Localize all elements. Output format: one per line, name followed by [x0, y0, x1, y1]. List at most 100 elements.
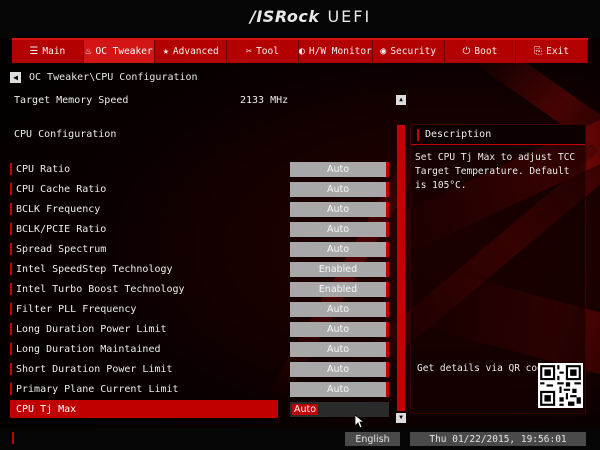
row-marker: [10, 183, 12, 195]
mouse-pointer-icon: [355, 415, 365, 429]
status-bar: English Thu 01/22/2015, 19:56:01: [0, 428, 600, 450]
tab-exit[interactable]: ⎘ Exit: [516, 40, 588, 63]
tab-security[interactable]: ◉ Security: [373, 40, 445, 63]
setting-label: Long Duration Maintained: [16, 343, 161, 355]
tab-label: Tool: [256, 46, 279, 57]
setting-label: Intel Turbo Boost Technology: [16, 283, 185, 295]
setting-value: Auto: [326, 203, 350, 215]
tab-tool[interactable]: ✂ Tool: [227, 40, 299, 63]
tab-advanced[interactable]: ★ Advanced: [155, 40, 228, 63]
row-marker: [10, 203, 12, 215]
qr-code-icon: [538, 363, 583, 408]
tab-label: Advanced: [172, 46, 219, 57]
section-title: CPU Configuration: [14, 129, 117, 140]
setting-row[interactable]: Intel SpeedStep Technology Enabled: [10, 260, 393, 278]
row-marker: [10, 343, 12, 355]
scroll-track[interactable]: [397, 125, 405, 411]
row-marker: [10, 163, 12, 175]
breadcrumb: ◀ OC Tweaker\CPU Configuration: [10, 70, 198, 84]
setting-label: BCLK Frequency: [16, 203, 101, 215]
setting-value: Enabled: [318, 263, 358, 275]
settings-panel: Target Memory Speed 2133 MHz CPU Configu…: [0, 90, 395, 420]
list-icon: ☰: [29, 46, 39, 57]
setting-row[interactable]: CPU Cache Ratio Auto: [10, 180, 393, 198]
setting-value-dropdown[interactable]: Auto: [290, 221, 389, 237]
setting-value: Auto: [326, 343, 350, 355]
datetime-display: Thu 01/22/2015, 19:56:01: [410, 432, 586, 446]
setting-row[interactable]: CPU Tj Max Auto: [10, 400, 393, 418]
tab-label: OC Tweaker: [95, 46, 153, 57]
setting-label: CPU Tj Max: [16, 403, 77, 415]
tab-label: Main: [42, 46, 66, 57]
back-arrow-icon[interactable]: ◀: [10, 71, 21, 83]
row-marker: [10, 403, 12, 415]
tab-boot[interactable]: ⏻ Boot: [445, 40, 517, 63]
setting-value-dropdown[interactable]: Auto: [290, 161, 389, 177]
setting-value-dropdown[interactable]: Auto: [290, 381, 389, 397]
setting-label: Short Duration Power Limit: [16, 363, 173, 375]
brand-name: /ISRock: [250, 7, 320, 26]
setting-value-dropdown[interactable]: Auto: [290, 201, 389, 217]
description-panel: Description Set CPU Tj Max to adjust TCC…: [410, 124, 586, 414]
setting-label: BCLK/PCIE Ratio: [16, 223, 107, 235]
target-memory-value: 2133 MHz: [240, 95, 289, 106]
setting-row[interactable]: BCLK/PCIE Ratio Auto: [10, 220, 393, 238]
setting-row[interactable]: Short Duration Power Limit Auto: [10, 360, 393, 378]
setting-label: Intel SpeedStep Technology: [16, 263, 173, 275]
setting-row[interactable]: Long Duration Power Limit Auto: [10, 320, 393, 338]
row-marker: [10, 303, 12, 315]
description-header: Description: [411, 125, 585, 145]
setting-value-dropdown[interactable]: Auto: [290, 181, 389, 197]
breadcrumb-text: OC Tweaker\CPU Configuration: [29, 71, 198, 83]
row-marker: [10, 383, 12, 395]
setting-row[interactable]: Primary Plane Current Limit Auto: [10, 380, 393, 398]
language-button[interactable]: English: [345, 432, 400, 446]
setting-value-dropdown[interactable]: Enabled: [290, 261, 389, 277]
setting-row[interactable]: Spread Spectrum Auto: [10, 240, 393, 258]
setting-value-dropdown[interactable]: Enabled: [290, 281, 389, 297]
row-marker: [10, 223, 12, 235]
scroll-up-icon[interactable]: ▲: [396, 95, 406, 105]
setting-value: Auto: [326, 363, 350, 375]
main-nav: ☰ Main ♨ OC Tweaker ★ Advanced ✂ Tool ◐ H/W Monit…: [12, 38, 588, 63]
tab-h-w-monitor[interactable]: ◐ H/W Monitor: [299, 40, 373, 63]
setting-label: CPU Ratio: [16, 163, 71, 175]
setting-value: Auto: [326, 303, 350, 315]
tab-oc-tweaker[interactable]: ♨ OC Tweaker: [83, 40, 156, 63]
setting-value-dropdown[interactable]: Auto: [290, 321, 389, 337]
setting-value: Enabled: [318, 283, 358, 295]
setting-row[interactable]: Filter PLL Frequency Auto: [10, 300, 393, 318]
target-memory-label: Target Memory Speed: [14, 95, 129, 106]
star-icon: ★: [162, 46, 169, 57]
setting-row[interactable]: CPU Ratio Auto: [10, 160, 393, 178]
setting-row[interactable]: BCLK Frequency Auto: [10, 200, 393, 218]
setting-label: Spread Spectrum: [16, 243, 107, 255]
brand-product: UEFI: [327, 7, 372, 26]
setting-value-dropdown[interactable]: Auto: [290, 361, 389, 377]
row-marker: [10, 283, 12, 295]
setting-value: Auto: [326, 383, 350, 395]
tool-icon: ✂: [246, 46, 253, 57]
setting-label: Long Duration Power Limit: [16, 323, 167, 335]
setting-value: Auto: [326, 323, 350, 335]
setting-row[interactable]: Long Duration Maintained Auto: [10, 340, 393, 358]
setting-value-dropdown[interactable]: Auto: [290, 341, 389, 357]
scroll-down-icon[interactable]: ▼: [396, 413, 406, 423]
setting-value-dropdown[interactable]: Auto: [290, 301, 389, 317]
tab-label: Boot: [474, 46, 498, 57]
setting-value-dropdown[interactable]: Auto: [290, 401, 389, 417]
tab-label: Exit: [546, 46, 570, 57]
setting-label: CPU Cache Ratio: [16, 183, 107, 195]
setting-label: Primary Plane Current Limit: [16, 383, 179, 395]
setting-value: Auto: [326, 223, 350, 235]
scrollbar[interactable]: ▲ ▼: [396, 95, 406, 423]
setting-row[interactable]: Intel Turbo Boost Technology Enabled: [10, 280, 393, 298]
tab-main[interactable]: ☰ Main: [12, 40, 84, 63]
setting-value: Auto: [292, 403, 319, 415]
row-marker: [10, 243, 12, 255]
setting-value-dropdown[interactable]: Auto: [290, 241, 389, 257]
row-marker: [10, 263, 12, 275]
flame-icon: ♨: [85, 46, 92, 57]
description-text: Set CPU Tj Max to adjust TCC Target Temp…: [415, 152, 576, 191]
setting-label: Filter PLL Frequency: [16, 303, 137, 315]
